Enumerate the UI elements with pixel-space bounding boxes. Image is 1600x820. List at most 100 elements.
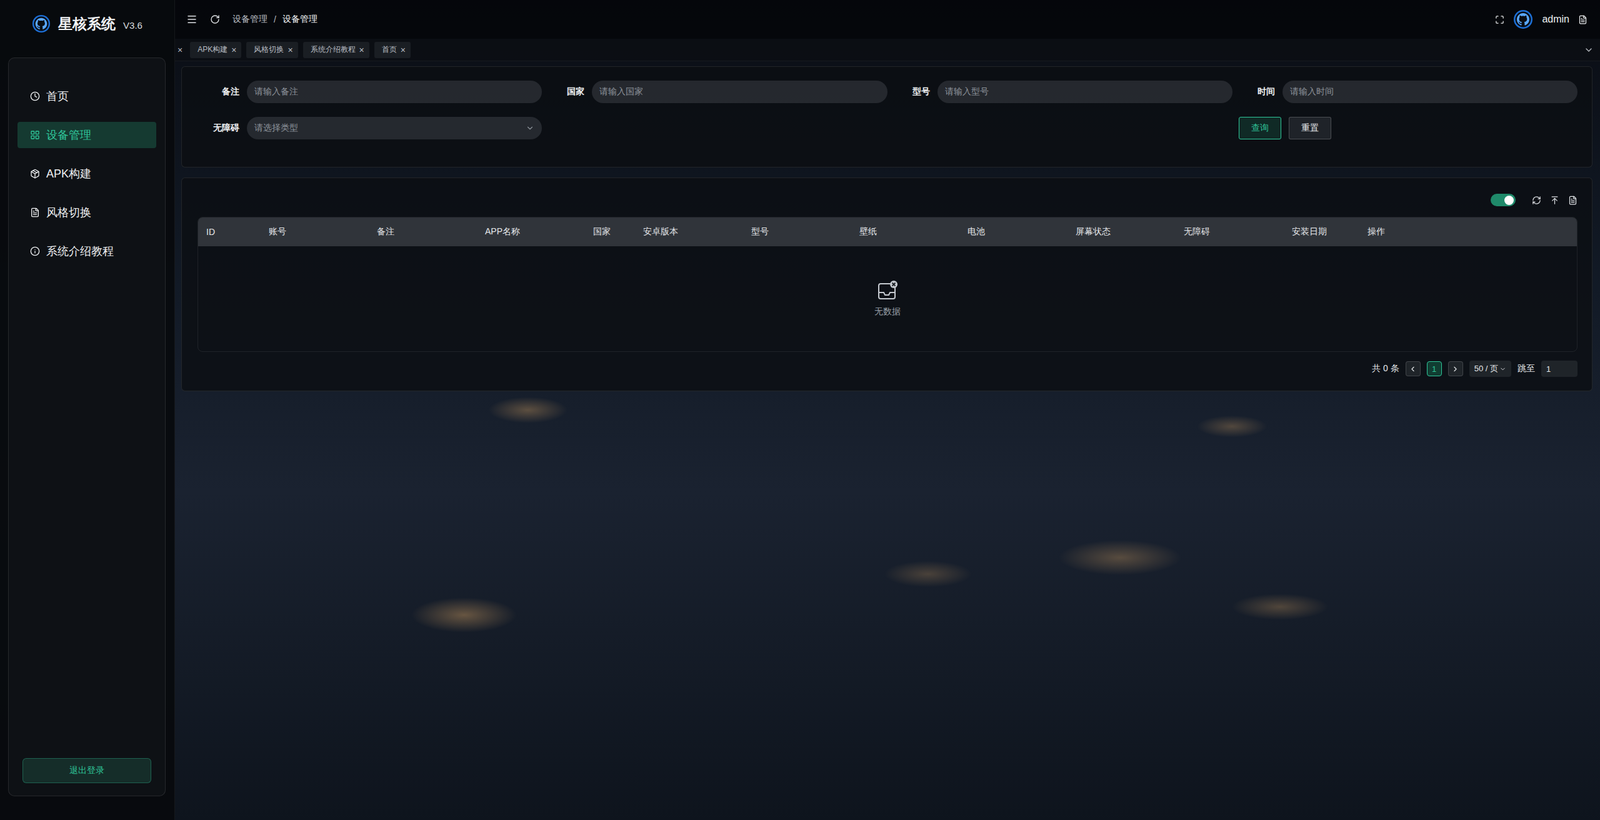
next-page-button[interactable] bbox=[1448, 361, 1464, 377]
menu-icon bbox=[30, 207, 40, 218]
menu-icon bbox=[30, 168, 40, 179]
column-header[interactable]: 安装日期 bbox=[1283, 226, 1360, 238]
tab[interactable]: APK构建× bbox=[190, 41, 242, 59]
prev-page-button[interactable] bbox=[1405, 361, 1421, 377]
empty-box-icon bbox=[876, 280, 899, 302]
logo-title: 星核系统 bbox=[58, 14, 116, 34]
query-button[interactable]: 查询 bbox=[1238, 116, 1282, 140]
tab-close[interactable]: × bbox=[359, 45, 365, 55]
refresh-icon[interactable] bbox=[1531, 195, 1542, 205]
tabs-bar: ×APK构建×风格切换×系统介绍教程×首页× bbox=[175, 38, 1600, 62]
tabs-more-icon[interactable] bbox=[1583, 45, 1594, 55]
chevron-down-icon bbox=[1499, 365, 1507, 373]
sidebar: 星核系统V3.6 首页设备管理 APK构建风格切换系统介绍教程退出登录 bbox=[0, 0, 175, 820]
avatar-icon bbox=[1513, 9, 1534, 30]
menu-icon bbox=[30, 130, 40, 140]
reload-icon[interactable] bbox=[210, 14, 220, 25]
column-header[interactable]: 账号 bbox=[260, 226, 369, 238]
column-header[interactable]: ID bbox=[198, 226, 261, 237]
column-header[interactable]: APP名称 bbox=[476, 226, 585, 238]
jump-label: 跳至 bbox=[1517, 363, 1535, 375]
tab[interactable]: × bbox=[175, 41, 185, 59]
column-header[interactable]: 安卓版本 bbox=[635, 226, 744, 238]
jump-input[interactable]: 1 bbox=[1541, 360, 1578, 377]
breadcrumb-item[interactable]: 设备管理 bbox=[232, 13, 268, 25]
logo-icon bbox=[31, 14, 51, 34]
username[interactable]: admin bbox=[1541, 13, 1570, 25]
page-button[interactable]: 1 bbox=[1426, 361, 1442, 377]
reset-button[interactable]: 重置 bbox=[1288, 116, 1332, 140]
empty-state: 无数据 bbox=[198, 246, 1577, 352]
collapse-menu-icon[interactable] bbox=[186, 13, 198, 25]
field-label: 时间 bbox=[1238, 86, 1283, 98]
chevron-left-icon bbox=[1408, 365, 1417, 374]
export-icon[interactable] bbox=[1568, 195, 1578, 205]
placeholder: 请输入备注 bbox=[254, 86, 299, 98]
field-label: 国家 bbox=[548, 86, 592, 98]
tab[interactable]: 风格切换× bbox=[246, 41, 298, 59]
tab[interactable]: 首页× bbox=[374, 41, 411, 59]
total-count: 共 0 条 bbox=[1371, 363, 1400, 375]
placeholder: 请输入时间 bbox=[1290, 86, 1334, 98]
breadcrumb-item[interactable]: 设备管理 bbox=[282, 13, 318, 25]
fullscreen-icon[interactable] bbox=[1495, 15, 1505, 25]
field-label: 备注 bbox=[203, 86, 247, 98]
page-size-select[interactable]: 50 / 页 bbox=[1469, 360, 1512, 377]
table-card: ID账号备注APP名称国家安卓版本型号壁纸电池屏幕状态无障碍安装日期操作无数据共… bbox=[181, 177, 1593, 392]
toggle-switch[interactable] bbox=[1490, 193, 1516, 207]
text-input[interactable]: 请输入备注 bbox=[246, 80, 542, 104]
column-header[interactable]: 壁纸 bbox=[851, 226, 960, 238]
main: 设备管理/设备管理admin×APK构建×风格切换×系统介绍教程×首页×备注请输… bbox=[175, 0, 1600, 820]
placeholder: 请输入国家 bbox=[599, 86, 644, 98]
sidebar-item[interactable]: APK构建 bbox=[17, 160, 157, 187]
menu-icon bbox=[30, 246, 40, 257]
column-header[interactable]: 备注 bbox=[368, 226, 477, 238]
sidebar-item[interactable]: 风格切换 bbox=[17, 199, 157, 226]
table-header: ID账号备注APP名称国家安卓版本型号壁纸电池屏幕状态无障碍安装日期操作 bbox=[198, 217, 1577, 247]
column-header[interactable]: 无障碍 bbox=[1175, 226, 1284, 238]
topbar: 设备管理 / 设备管理 admin bbox=[175, 0, 1600, 39]
column-header[interactable]: 电池 bbox=[959, 226, 1068, 238]
tab-close[interactable]: × bbox=[400, 45, 406, 55]
app-root: 星核系统V3.6首页设备管理APK构建风格切换系统介绍教程退出登录设备管理/设备… bbox=[0, 0, 1600, 820]
search-field: 型号请输入型号 bbox=[893, 80, 1233, 104]
column-header[interactable]: 操作 bbox=[1359, 226, 1577, 238]
tab-close[interactable]: × bbox=[287, 45, 293, 55]
breadcrumb: 设备管理 / 设备管理 bbox=[232, 13, 318, 25]
column-height-icon[interactable] bbox=[1550, 195, 1560, 205]
table-toolbar bbox=[197, 193, 1578, 207]
search-field: 无障碍请选择类型 bbox=[203, 116, 542, 140]
text-input[interactable]: 请输入国家 bbox=[591, 80, 887, 104]
tab[interactable]: 系统介绍教程× bbox=[303, 41, 370, 59]
search-form: 备注请输入备注国家请输入国家型号请输入型号时间请输入时间无障碍请选择类型查询重置 bbox=[203, 80, 1578, 140]
placeholder: 请输入型号 bbox=[945, 86, 989, 98]
tab-close[interactable]: × bbox=[177, 45, 183, 55]
chevron-down-icon bbox=[525, 123, 535, 133]
sidebar-panel: 首页设备管理 APK构建风格切换系统介绍教程退出登录 bbox=[8, 57, 166, 797]
type-select[interactable]: 请选择类型 bbox=[246, 116, 542, 140]
search-field: 时间请输入时间 bbox=[1238, 80, 1578, 104]
search-field: 备注请输入备注 bbox=[203, 80, 542, 104]
sidebar-menu: 首页设备管理 APK构建风格切换系统介绍教程 bbox=[17, 83, 157, 759]
form-buttons: 查询重置 bbox=[1238, 116, 1578, 140]
column-header[interactable]: 国家 bbox=[585, 226, 635, 238]
device-table: ID账号备注APP名称国家安卓版本型号壁纸电池屏幕状态无障碍安装日期操作无数据 bbox=[197, 216, 1578, 352]
sidebar-item[interactable]: 设备管理 bbox=[17, 121, 157, 149]
logout-button[interactable]: 退出登录 bbox=[22, 758, 152, 784]
sidebar-item[interactable]: 系统介绍教程 bbox=[17, 238, 157, 265]
user-area: admin bbox=[1495, 9, 1588, 30]
document-icon[interactable] bbox=[1578, 15, 1588, 25]
tab-close[interactable]: × bbox=[231, 45, 237, 55]
text-input[interactable]: 请输入时间 bbox=[1282, 80, 1578, 104]
search-field: 国家请输入国家 bbox=[548, 80, 887, 104]
empty-text: 无数据 bbox=[874, 306, 901, 318]
sidebar-item[interactable]: 首页 bbox=[17, 83, 157, 110]
column-header[interactable]: 型号 bbox=[743, 226, 852, 238]
pagination: 共 0 条 1 50 / 页跳至 1 bbox=[197, 360, 1578, 377]
menu-icon bbox=[30, 91, 40, 102]
column-header[interactable]: 屏幕状态 bbox=[1067, 226, 1176, 238]
text-input[interactable]: 请输入型号 bbox=[937, 80, 1233, 104]
logo: 星核系统V3.6 bbox=[0, 0, 175, 58]
field-label: 型号 bbox=[893, 86, 938, 98]
breadcrumb-separator: / bbox=[273, 14, 277, 25]
